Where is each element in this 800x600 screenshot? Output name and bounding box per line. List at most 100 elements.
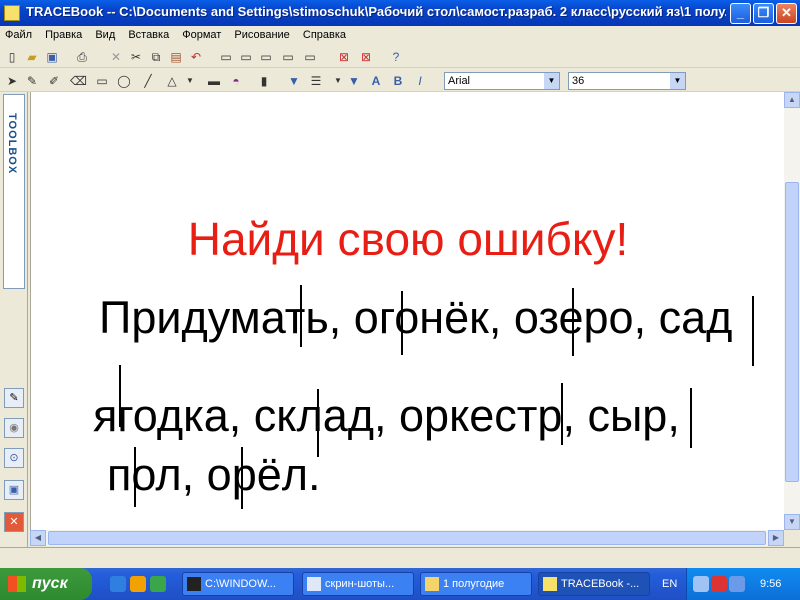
page-next-icon[interactable]: ▭ xyxy=(302,49,318,65)
new-file-icon[interactable]: ▯ xyxy=(4,49,20,65)
vertical-ruler-icon[interactable]: ▮ xyxy=(256,73,272,89)
task-label: скрин-шоты... xyxy=(325,578,395,590)
image-icon[interactable]: ⊠ xyxy=(336,49,352,65)
quicklaunch-icon[interactable] xyxy=(150,576,166,592)
chevron-down-icon[interactable]: ▼ xyxy=(182,73,198,89)
status-bar xyxy=(0,547,800,567)
text-tool-icon[interactable]: A xyxy=(368,73,384,89)
minimize-button[interactable]: _ xyxy=(730,3,751,24)
page-delete-icon[interactable]: ▭ xyxy=(258,49,274,65)
scroll-down-icon[interactable]: ▼ xyxy=(784,514,800,530)
divider-stroke xyxy=(572,288,574,356)
toolbox-tab[interactable]: TOOLBOX xyxy=(3,94,25,289)
pen-tool-icon[interactable]: ✎ xyxy=(4,388,24,408)
ruler-icon[interactable]: ▬ xyxy=(206,73,222,89)
slide-canvas[interactable]: Найди свою ошибку! Придумать, огонёк, оз… xyxy=(30,92,784,530)
delete-icon[interactable]: ✕ xyxy=(108,49,124,65)
document-icon xyxy=(307,577,321,591)
pen-icon[interactable]: ✎ xyxy=(24,73,40,89)
highlighter-icon[interactable]: ✐ xyxy=(46,73,62,89)
menu-format[interactable]: Формат xyxy=(177,26,226,44)
menu-edit[interactable]: Правка xyxy=(40,26,87,44)
task-button-tracebook[interactable]: TRACEBook -... xyxy=(538,572,650,596)
slide-heading: Найди свою ошибку! xyxy=(187,213,629,265)
scroll-left-icon[interactable]: ◀ xyxy=(30,530,46,546)
undo-icon[interactable]: ↶ xyxy=(188,49,204,65)
vertical-scrollbar[interactable]: ▲ ▼ xyxy=(784,92,800,530)
cut-icon[interactable]: ✂ xyxy=(128,49,144,65)
tray-app-icon[interactable] xyxy=(729,576,745,592)
divider-stroke xyxy=(401,291,403,355)
task-label: C:\WINDOW... xyxy=(205,578,276,590)
toolbox-label: TOOLBOX xyxy=(6,113,18,175)
divider-stroke xyxy=(300,285,302,347)
italic-button[interactable]: I xyxy=(412,73,428,89)
media-player-icon[interactable] xyxy=(130,576,146,592)
line-style-icon[interactable]: ☰ xyxy=(308,73,324,89)
divider-stroke xyxy=(690,388,692,448)
font-name-chevron-icon[interactable]: ▼ xyxy=(544,73,559,89)
font-size-select[interactable]: 36 ▼ xyxy=(568,72,686,90)
horizontal-scroll-thumb[interactable] xyxy=(48,531,766,545)
triangle-icon[interactable]: △ xyxy=(164,73,180,89)
word-line-2: ягодка, склад, оркестр, сыр, xyxy=(93,390,680,441)
font-size-value: 36 xyxy=(572,75,585,87)
menu-view[interactable]: Вид xyxy=(90,26,120,44)
scroll-up-icon[interactable]: ▲ xyxy=(784,92,800,108)
task-button-folder[interactable]: 1 полугодие xyxy=(420,572,532,596)
bold-button[interactable]: B xyxy=(390,73,406,89)
menu-file[interactable]: Файл xyxy=(0,26,37,44)
rectangle-icon[interactable]: ▭ xyxy=(94,73,110,89)
scroll-right-icon[interactable]: ▶ xyxy=(768,530,784,546)
page-copy-icon[interactable]: ▭ xyxy=(238,49,254,65)
vertical-scroll-thumb[interactable] xyxy=(785,182,799,482)
copy-icon[interactable]: ⧉ xyxy=(148,49,164,65)
menu-bar: Файл Правка Вид Вставка Формат Рисование… xyxy=(0,26,800,46)
paste-icon[interactable]: ▤ xyxy=(168,49,184,65)
image-delete-icon[interactable]: ⊠ xyxy=(358,49,374,65)
help-icon[interactable]: ? xyxy=(388,49,404,65)
circle-tool-icon[interactable]: ◉ xyxy=(4,418,24,438)
eraser-icon[interactable]: ⌫ xyxy=(70,73,87,89)
open-folder-icon[interactable]: ▰ xyxy=(24,49,40,65)
protractor-icon[interactable]: ◓ xyxy=(228,73,244,89)
task-label: 1 полугодие xyxy=(443,578,505,590)
task-button-cmd[interactable]: C:\WINDOW... xyxy=(182,572,294,596)
windows-flag-icon xyxy=(8,576,26,592)
window-tool-icon[interactable]: ▣ xyxy=(4,480,24,500)
page-icon[interactable]: ▭ xyxy=(218,49,234,65)
task-button-word[interactable]: скрин-шоты... xyxy=(302,572,414,596)
down-tool-icon[interactable]: ⊙ xyxy=(4,448,24,468)
save-icon[interactable]: ▣ xyxy=(44,49,60,65)
fill-color-icon[interactable]: ▼ xyxy=(286,73,302,89)
line-style-chevron-icon[interactable]: ▼ xyxy=(330,73,346,89)
divider-stroke xyxy=(561,383,563,445)
menu-insert[interactable]: Вставка xyxy=(123,26,174,44)
text-color-icon[interactable]: ▼ xyxy=(346,73,362,89)
ellipse-icon[interactable]: ◯ xyxy=(116,73,132,89)
menu-help[interactable]: Справка xyxy=(298,26,351,44)
horizontal-scrollbar[interactable]: ◀ ▶ xyxy=(30,530,784,546)
restore-button[interactable]: ❐ xyxy=(753,3,774,24)
language-indicator[interactable]: EN xyxy=(662,568,677,600)
divider-stroke xyxy=(241,447,243,509)
close-button[interactable]: ✕ xyxy=(776,3,797,24)
tracebook-icon xyxy=(543,577,557,591)
app-icon xyxy=(4,5,20,21)
divider-stroke xyxy=(317,389,319,457)
cmd-icon xyxy=(187,577,201,591)
network-icon[interactable] xyxy=(693,576,709,592)
antivirus-icon[interactable] xyxy=(711,576,727,592)
close-tool-icon[interactable]: ✕ xyxy=(4,512,24,532)
line-icon[interactable]: ╱ xyxy=(140,73,156,89)
page-prev-icon[interactable]: ▭ xyxy=(280,49,296,65)
taskbar: пуск C:\WINDOW... скрин-шоты... 1 полуго… xyxy=(0,568,800,600)
print-icon[interactable]: ⎙ xyxy=(74,49,90,65)
internet-explorer-icon[interactable] xyxy=(110,576,126,592)
title-bar[interactable]: TRACEBook -- C:\Documents and Settings\s… xyxy=(0,0,800,26)
font-size-chevron-icon[interactable]: ▼ xyxy=(670,73,685,89)
select-arrow-icon[interactable]: ➤ xyxy=(4,73,20,89)
start-button[interactable]: пуск xyxy=(0,568,92,600)
font-name-select[interactable]: Arial ▼ xyxy=(444,72,560,90)
menu-drawing[interactable]: Рисование xyxy=(229,26,294,44)
